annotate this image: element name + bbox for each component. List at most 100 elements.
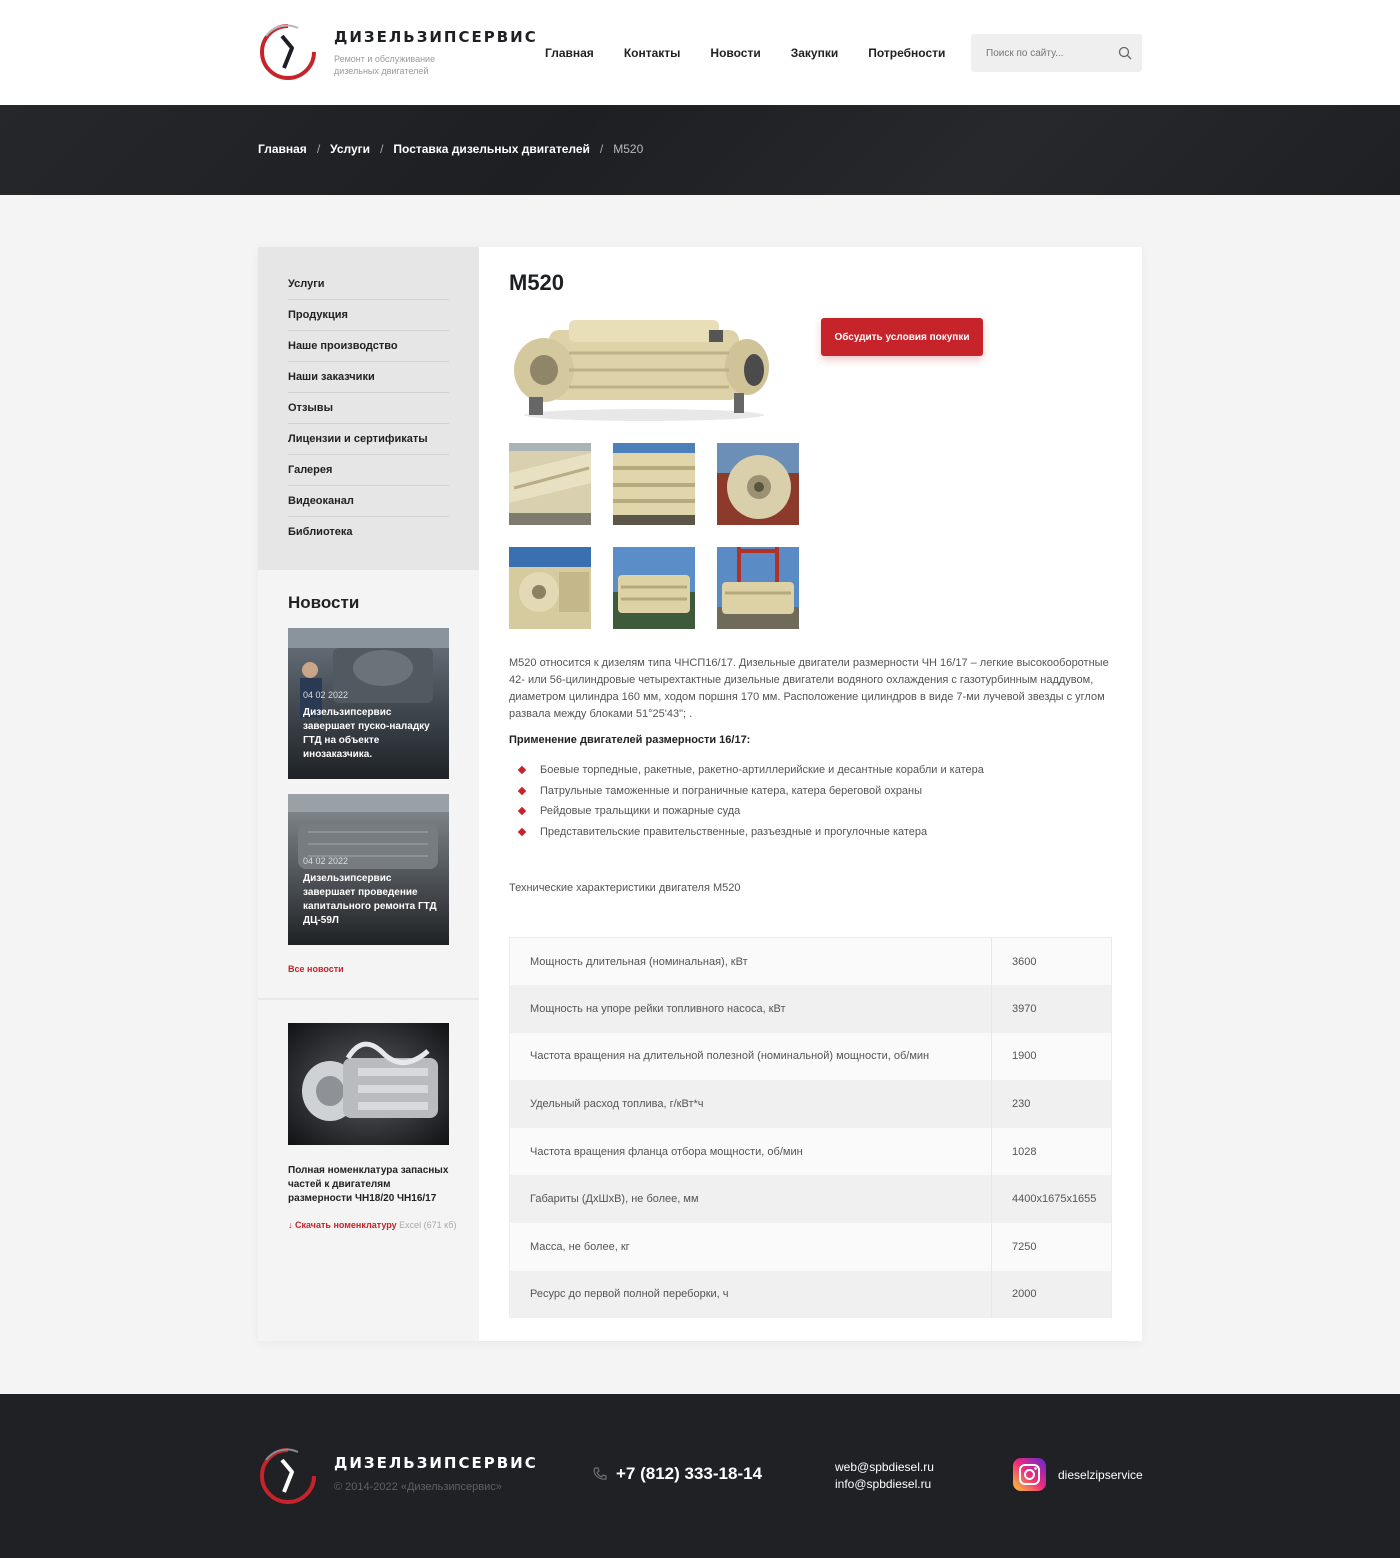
- gallery-thumbnail[interactable]: [509, 547, 591, 629]
- breadcrumb-separator: /: [380, 142, 384, 156]
- sidebar-item-products[interactable]: Продукция: [288, 300, 449, 331]
- list-item: Представительские правительственные, раз…: [517, 822, 984, 843]
- breadcrumb-engine-supply[interactable]: Поставка дизельных двигателей: [393, 142, 590, 156]
- spec-value: 1028: [991, 1127, 1112, 1176]
- sidebar-item-licenses[interactable]: Лицензии и сертификаты: [288, 424, 449, 455]
- sidebar-item-production[interactable]: Наше производство: [288, 331, 449, 362]
- news-headline: Дизельзипсервис завершает проведение кап…: [303, 873, 437, 926]
- bullet-icon: [517, 806, 527, 816]
- breadcrumb-separator: /: [599, 142, 604, 156]
- nav-news[interactable]: Новости: [710, 46, 760, 60]
- sidebar-item-reviews[interactable]: Отзывы: [288, 393, 449, 424]
- footer-logo[interactable]: ДИЗЕЛЬЗИПСЕРВИС © 2014-2022 «Дизельзипсе…: [258, 1446, 536, 1508]
- application-list: Боевые торпедные, ракетные, ракетно-арти…: [517, 760, 984, 842]
- sidebar-item-services[interactable]: Услуги: [288, 269, 449, 300]
- spec-name: Масса, не более, кг: [509, 1223, 992, 1271]
- spec-name: Мощность на упоре рейки топливного насос…: [509, 985, 992, 1033]
- sidebar-item-library[interactable]: Библиотека: [288, 517, 449, 548]
- all-news-link[interactable]: Все новости: [288, 964, 344, 974]
- search-box: [971, 34, 1142, 72]
- table-row: Мощность на упоре рейки топливного насос…: [509, 985, 1112, 1033]
- list-item: Патрульные таможенные и пограничные кате…: [517, 781, 984, 802]
- list-item-text: Рейдовые тральщики и пожарные суда: [540, 805, 741, 817]
- discuss-purchase-button[interactable]: Обсудить условия покупки: [821, 318, 983, 356]
- sidebar: Услуги Продукция Наше производство Наши …: [258, 247, 479, 1341]
- news-date: 04 02 2022: [303, 856, 349, 866]
- search-input[interactable]: [971, 34, 1111, 72]
- email-link-info[interactable]: info@spbdiesel.ru: [835, 1476, 934, 1493]
- nav-needs[interactable]: Потребности: [868, 46, 945, 60]
- file-info: Excel (671 кб): [399, 1220, 457, 1230]
- sidebar-menu: Услуги Продукция Наше производство Наши …: [258, 247, 479, 570]
- site-footer: ДИЗЕЛЬЗИПСЕРВИС © 2014-2022 «Дизельзипсе…: [0, 1394, 1400, 1558]
- phone-link[interactable]: +7 (812) 333-18-14: [616, 1464, 762, 1484]
- site-logo[interactable]: ДИЗЕЛЬЗИПСЕРВИС Ремонт и обслуживание ди…: [258, 22, 536, 84]
- download-nomenclature-link[interactable]: ↓ Скачать номенклатуру: [288, 1220, 397, 1230]
- list-item-text: Представительские правительственные, раз…: [540, 825, 928, 838]
- spec-value: 3970: [991, 985, 1112, 1033]
- breadcrumb-current: М520: [613, 142, 644, 156]
- breadcrumb-services[interactable]: Услуги: [330, 142, 370, 156]
- site-header: ДИЗЕЛЬЗИПСЕРВИС Ремонт и обслуживание ди…: [0, 0, 1400, 105]
- spec-value: 2000: [991, 1270, 1112, 1319]
- news-card[interactable]: 04 02 2022 Дизельзипсервис завершает про…: [288, 794, 449, 945]
- nav-home[interactable]: Главная: [545, 46, 594, 60]
- news-date: 04 02 2022: [303, 690, 349, 700]
- spec-name: Частота вращения фланца отбора мощности,…: [509, 1127, 992, 1176]
- instagram-icon[interactable]: [1013, 1458, 1046, 1491]
- instagram-link[interactable]: dieselzipservice: [1058, 1468, 1143, 1482]
- content-card: Услуги Продукция Наше производство Наши …: [258, 247, 1142, 1341]
- gallery-thumbnail[interactable]: [509, 443, 591, 525]
- table-row: Частота вращения на длительной полезной …: [509, 1032, 1112, 1081]
- phone-icon: [593, 1467, 607, 1480]
- list-item-text: Патрульные таможенные и пограничные кате…: [540, 784, 923, 797]
- instagram-glyph-icon: [1019, 1464, 1040, 1485]
- footer-copyright: © 2014-2022 «Дизельзипсервис»: [334, 1481, 502, 1493]
- logo-mark-icon: [260, 1448, 316, 1504]
- sidebar-item-gallery[interactable]: Галерея: [288, 455, 449, 486]
- sidebar-item-customers[interactable]: Наши заказчики: [288, 362, 449, 393]
- gallery-thumbnail[interactable]: [717, 443, 799, 525]
- page-title: М520: [509, 270, 565, 295]
- product-description: М520 относится к дизелям типа ЧНСП16/17.…: [509, 657, 1109, 720]
- breadcrumb-home[interactable]: Главная: [258, 142, 307, 156]
- gallery-thumbnail[interactable]: [613, 443, 695, 525]
- footer-instagram: dieselzipservice: [1013, 1458, 1143, 1491]
- table-row: Ресурс до первой полной переборки, ч 2000: [509, 1270, 1112, 1319]
- sidebar-item-video[interactable]: Видеоканал: [288, 486, 449, 517]
- gallery-thumbnail[interactable]: [613, 547, 695, 629]
- list-item: Рейдовые тральщики и пожарные суда: [517, 801, 984, 822]
- spec-name: Удельный расход топлива, г/кВт*ч: [509, 1080, 992, 1128]
- engine-photo: [288, 1023, 449, 1145]
- main-nav: Главная Контакты Новости Закупки Потребн…: [545, 46, 945, 60]
- promo-image[interactable]: [288, 1023, 449, 1145]
- table-row: Габариты (ДхШхВ), не более, мм 4400x1675x…: [509, 1175, 1112, 1224]
- application-heading: Применение двигателей размерности 16/17:: [509, 734, 751, 746]
- sidebar-divider: [258, 998, 479, 1000]
- table-row: Мощность длительная (номинальная), кВт 36…: [509, 937, 1112, 986]
- promo-download: ↓ Скачать номенклатуру Excel (671 кб): [288, 1220, 456, 1230]
- product-main: М520 Обсудить условия покупки М520 относ…: [479, 247, 1142, 1341]
- tech-specs-heading: Технические характеристики двигателя М52…: [509, 882, 741, 894]
- search-icon[interactable]: [1118, 46, 1132, 60]
- promo-text: Полная номенклатура запасных частей к дв…: [288, 1165, 449, 1204]
- bullet-icon: [517, 786, 527, 795]
- nav-purchases[interactable]: Закупки: [791, 46, 839, 60]
- table-row: Масса, не более, кг 7250: [509, 1223, 1112, 1271]
- gallery-thumbnail[interactable]: [717, 547, 799, 629]
- breadcrumb-band: Главная / Услуги / Поставка дизельных дв…: [0, 105, 1400, 195]
- list-item: Боевые торпедные, ракетные, ракетно-арти…: [517, 760, 984, 781]
- email-link-web[interactable]: web@spbdiesel.ru: [835, 1459, 934, 1476]
- logo-mark-icon: [260, 24, 316, 80]
- spec-value: 7250: [991, 1223, 1112, 1271]
- spec-name: Габариты (ДхШхВ), не более, мм: [509, 1175, 992, 1224]
- spec-name: Ресурс до первой полной переборки, ч: [509, 1270, 992, 1319]
- logo-tagline: Ремонт и обслуживание дизельных двигател…: [334, 54, 436, 76]
- spec-name: Мощность длительная (номинальная), кВт: [509, 937, 992, 986]
- breadcrumb-separator: /: [316, 142, 321, 156]
- product-photo[interactable]: [509, 315, 771, 427]
- news-card[interactable]: 04 02 2022 Дизельзипсервис завершает пус…: [288, 628, 449, 779]
- bullet-icon: [517, 765, 527, 775]
- nav-contacts[interactable]: Контакты: [624, 46, 681, 60]
- bullet-icon: [517, 827, 527, 836]
